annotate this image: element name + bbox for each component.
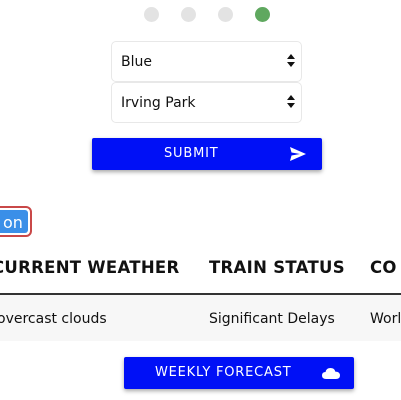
submit-button[interactable]: SUBMIT [92, 138, 322, 170]
weekly-forecast-button-label: WEEKLY FORECAST [155, 365, 292, 380]
header-train-status: TRAIN STATUS [209, 258, 345, 277]
send-icon [290, 147, 306, 161]
submit-button-label: SUBMIT [164, 146, 219, 161]
cell-truncated: Worl [370, 311, 401, 327]
cloud-icon [322, 368, 340, 379]
header-truncated: CO [370, 258, 397, 277]
partially-visible-button-label: on [3, 213, 23, 232]
cell-current-weather: overcast clouds [0, 311, 107, 327]
step-dot-2 [181, 7, 196, 22]
color-select-value: Blue [121, 54, 152, 70]
step-dot-1 [144, 7, 159, 22]
station-select[interactable]: Irving Park [111, 82, 302, 123]
select-arrows-icon [287, 93, 295, 113]
weekly-forecast-button[interactable]: WEEKLY FORECAST [124, 357, 354, 389]
step-dot-4-active [255, 7, 270, 22]
partially-visible-button[interactable]: on [0, 206, 32, 237]
step-dot-3 [218, 7, 233, 22]
header-current-weather: CURRENT WEATHER [0, 258, 180, 277]
progress-stepper [0, 7, 401, 23]
cell-train-status: Significant Delays [209, 311, 335, 327]
station-select-value: Irving Park [121, 95, 196, 111]
color-select[interactable]: Blue [111, 41, 302, 82]
select-arrows-icon [287, 52, 295, 72]
